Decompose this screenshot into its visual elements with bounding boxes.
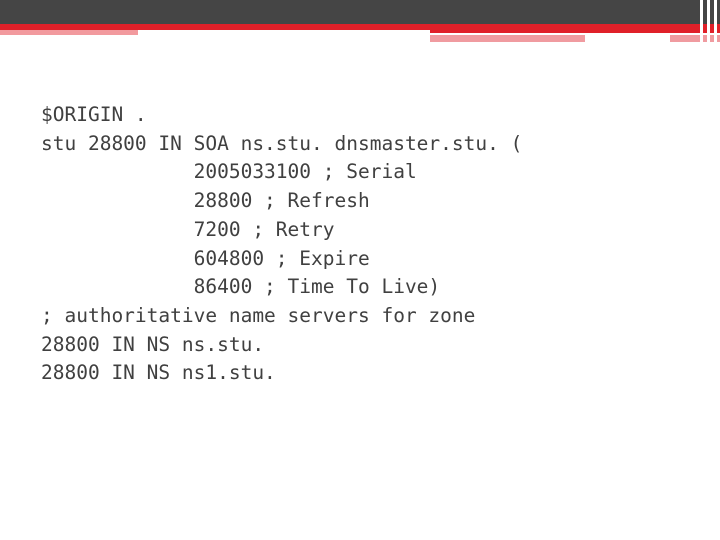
banner-red-band-right: [430, 24, 720, 33]
zone-file-line: $ORIGIN .: [41, 103, 147, 126]
banner-vertical-stripe-2: [707, 0, 710, 45]
zone-file-line: 28800 ; Refresh: [41, 189, 370, 213]
zone-file-line: 86400 ; Time To Live): [41, 275, 441, 299]
banner-dark-band: [0, 0, 720, 24]
zone-file-line: 7200 ; Retry: [41, 217, 335, 241]
banner-white-gap: [585, 35, 670, 42]
banner-vertical-stripe-1: [700, 0, 703, 45]
zone-file-line: 2005033100 ; Serial: [41, 160, 417, 184]
banner-pink-notch: [430, 35, 585, 42]
dns-zone-file-text: $ORIGIN . stu 28800 IN SOA ns.stu. dnsma…: [41, 101, 701, 388]
banner-vertical-stripe-3: [714, 0, 717, 45]
decorative-header-banner: [0, 0, 720, 48]
banner-pink-band-left: [0, 30, 138, 35]
slide: $ORIGIN . stu 28800 IN SOA ns.stu. dnsma…: [0, 0, 720, 540]
zone-file-line: ; authoritative name servers for zone: [41, 303, 476, 327]
zone-file-line: 28800 IN NS ns1.stu.: [41, 361, 276, 385]
zone-file-line: 28800 IN NS ns.stu.: [41, 332, 265, 356]
zone-file-line: stu 28800 IN SOA ns.stu. dnsmaster.stu. …: [41, 131, 523, 155]
zone-file-line: 604800 ; Expire: [41, 246, 370, 270]
